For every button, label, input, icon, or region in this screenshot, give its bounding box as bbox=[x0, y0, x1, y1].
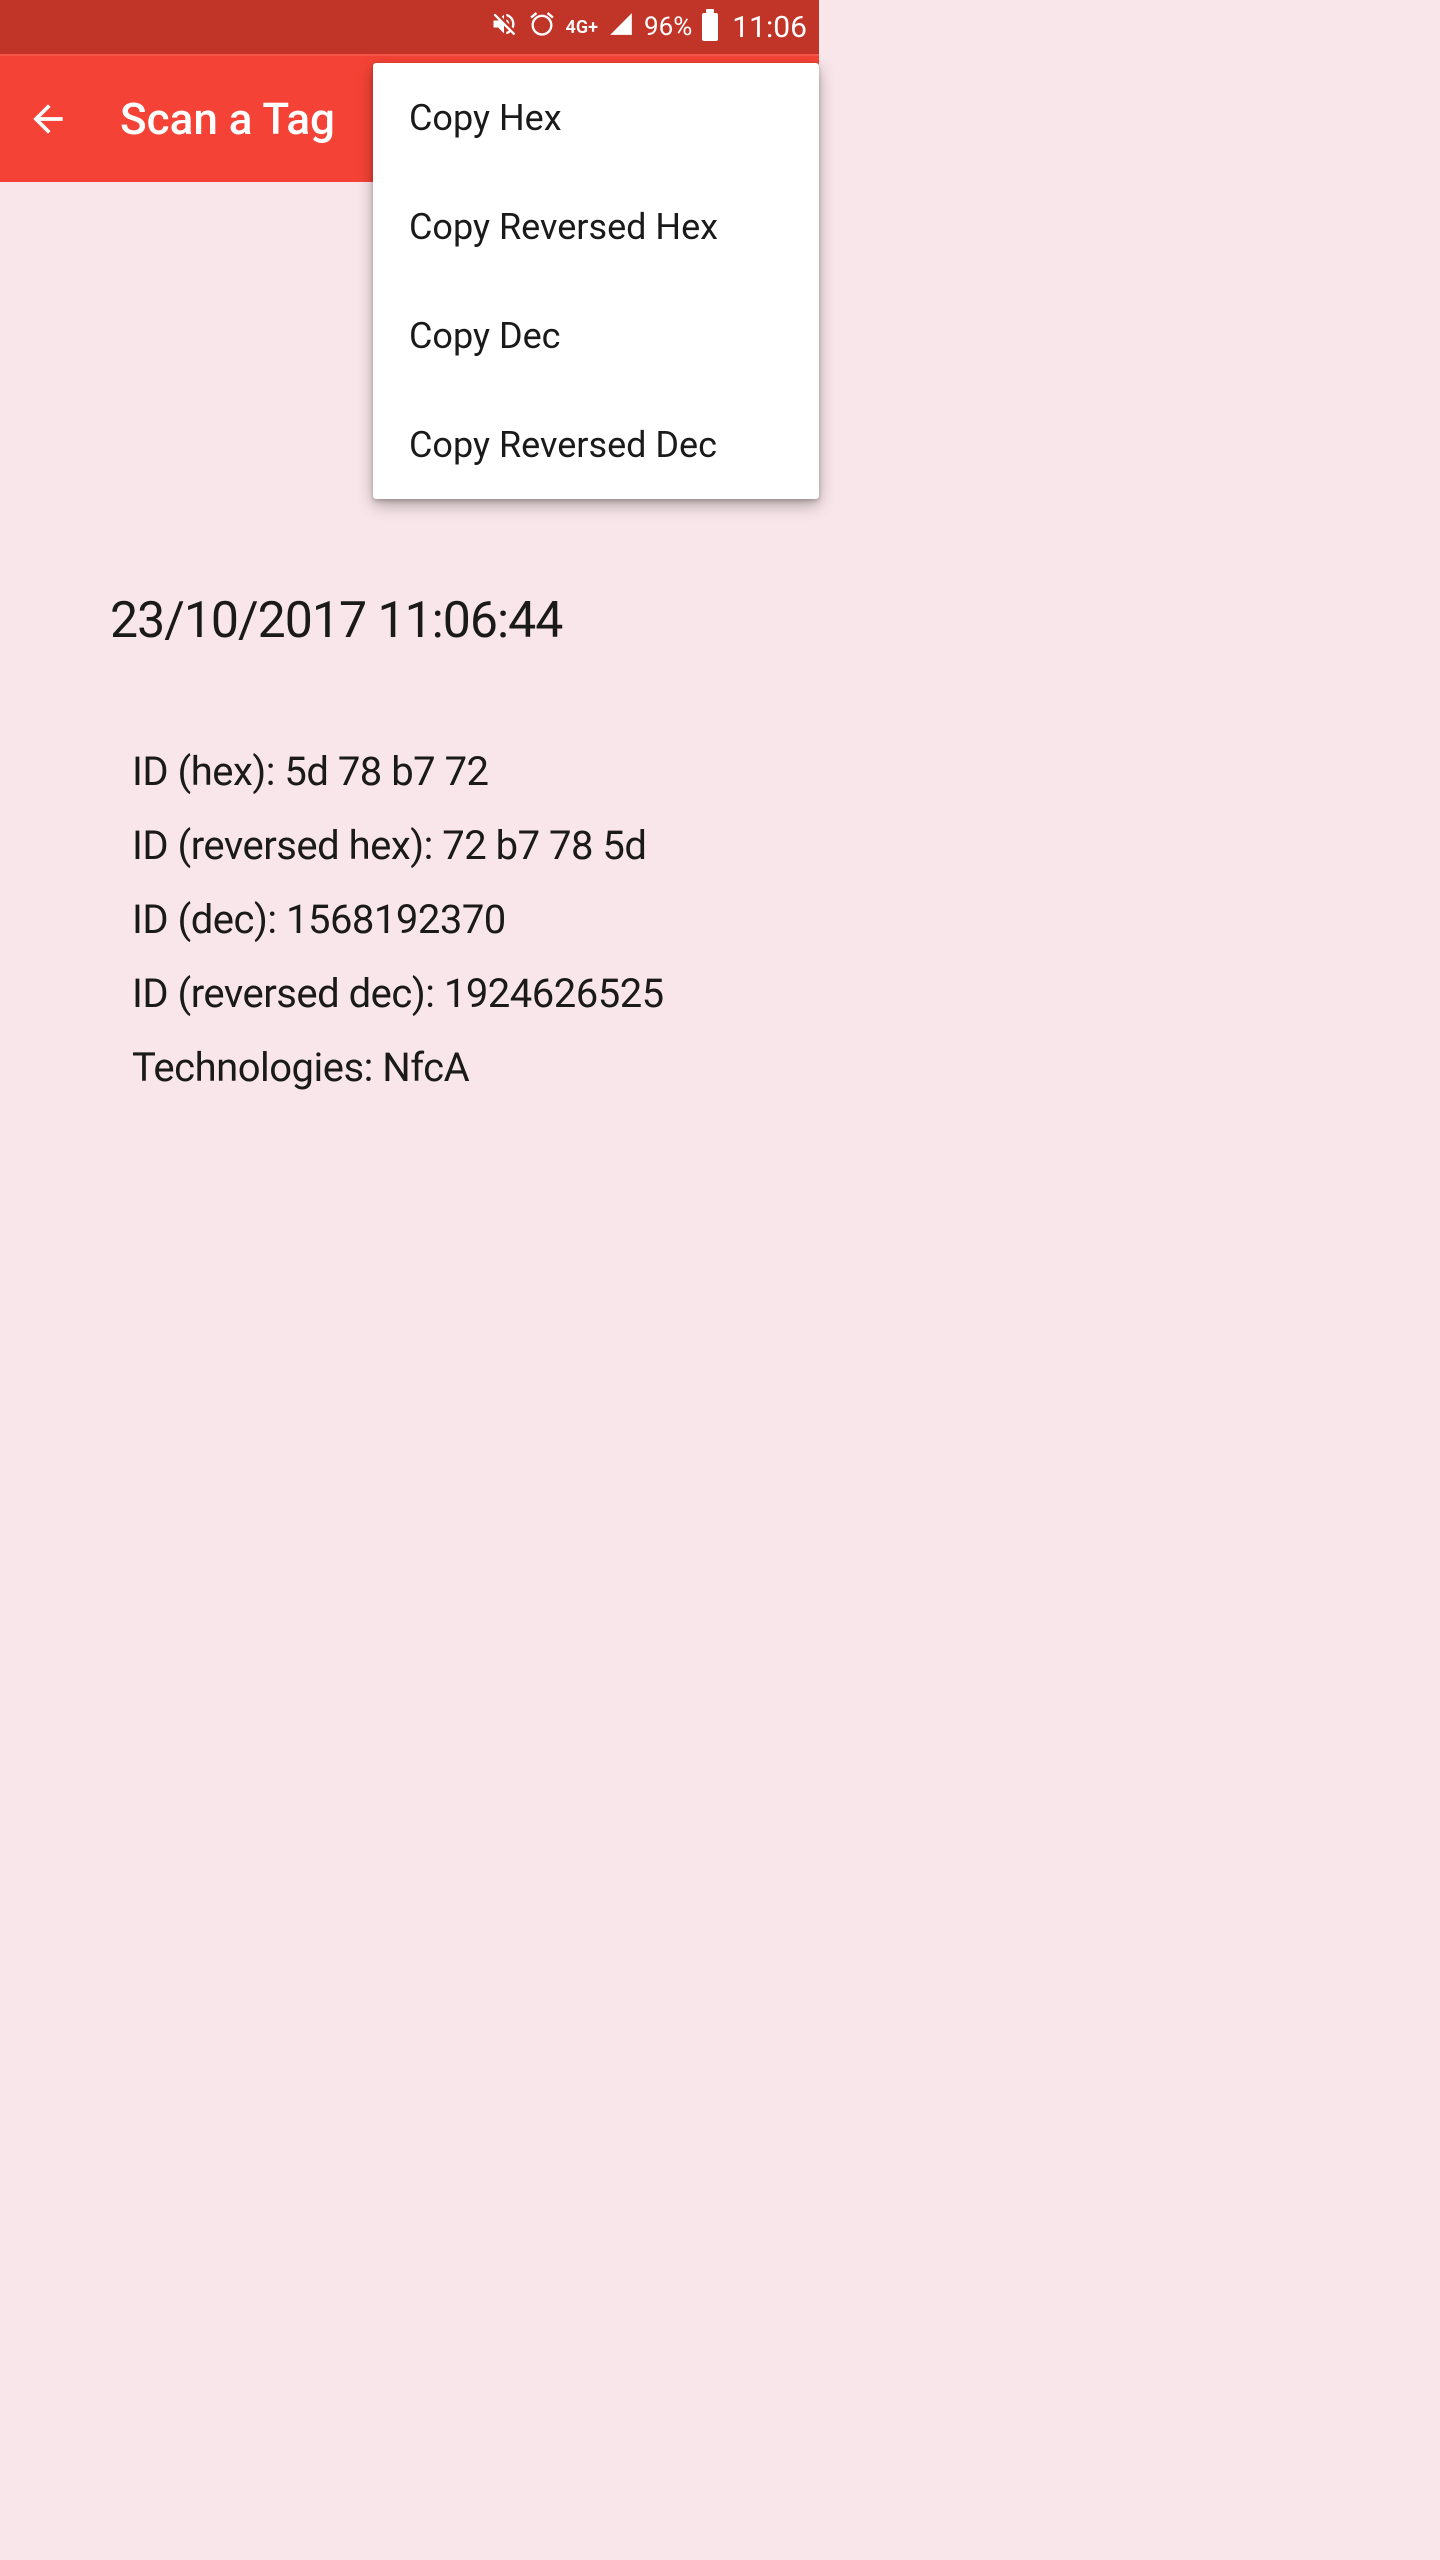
page-title: Scan a Tag bbox=[120, 93, 335, 145]
status-icons: 4G+ 96% 11:06 bbox=[490, 10, 807, 45]
status-time: 11:06 bbox=[732, 10, 807, 45]
id-reversed-dec-row: ID (reversed dec): 1924626525 bbox=[132, 957, 791, 1031]
alarm-icon bbox=[528, 10, 556, 45]
status-bar: 4G+ 96% 11:06 bbox=[0, 0, 819, 54]
scan-timestamp: 23/10/2017 11:06:44 bbox=[110, 592, 791, 650]
tag-info: ID (hex): 5d 78 b7 72 ID (reversed hex):… bbox=[132, 735, 791, 1105]
id-dec-row: ID (dec): 1568192370 bbox=[132, 883, 791, 957]
signal-icon bbox=[608, 11, 634, 44]
context-menu: Copy Hex Copy Reversed Hex Copy Dec Copy… bbox=[373, 63, 819, 499]
id-hex-row: ID (hex): 5d 78 b7 72 bbox=[132, 735, 791, 809]
vibrate-icon bbox=[490, 10, 518, 45]
id-reversed-hex-row: ID (reversed hex): 72 b7 78 5d bbox=[132, 809, 791, 883]
menu-item-copy-dec[interactable]: Copy Dec bbox=[373, 281, 819, 390]
back-button[interactable] bbox=[24, 95, 72, 143]
battery-percent: 96% bbox=[644, 12, 692, 42]
menu-item-copy-reversed-dec[interactable]: Copy Reversed Dec bbox=[373, 390, 819, 499]
menu-item-copy-hex[interactable]: Copy Hex bbox=[373, 63, 819, 172]
technologies-row: Technologies: NfcA bbox=[132, 1031, 791, 1105]
network-type: 4G+ bbox=[566, 17, 598, 38]
battery-icon bbox=[702, 13, 718, 41]
arrow-left-icon bbox=[26, 97, 70, 141]
menu-item-copy-reversed-hex[interactable]: Copy Reversed Hex bbox=[373, 172, 819, 281]
